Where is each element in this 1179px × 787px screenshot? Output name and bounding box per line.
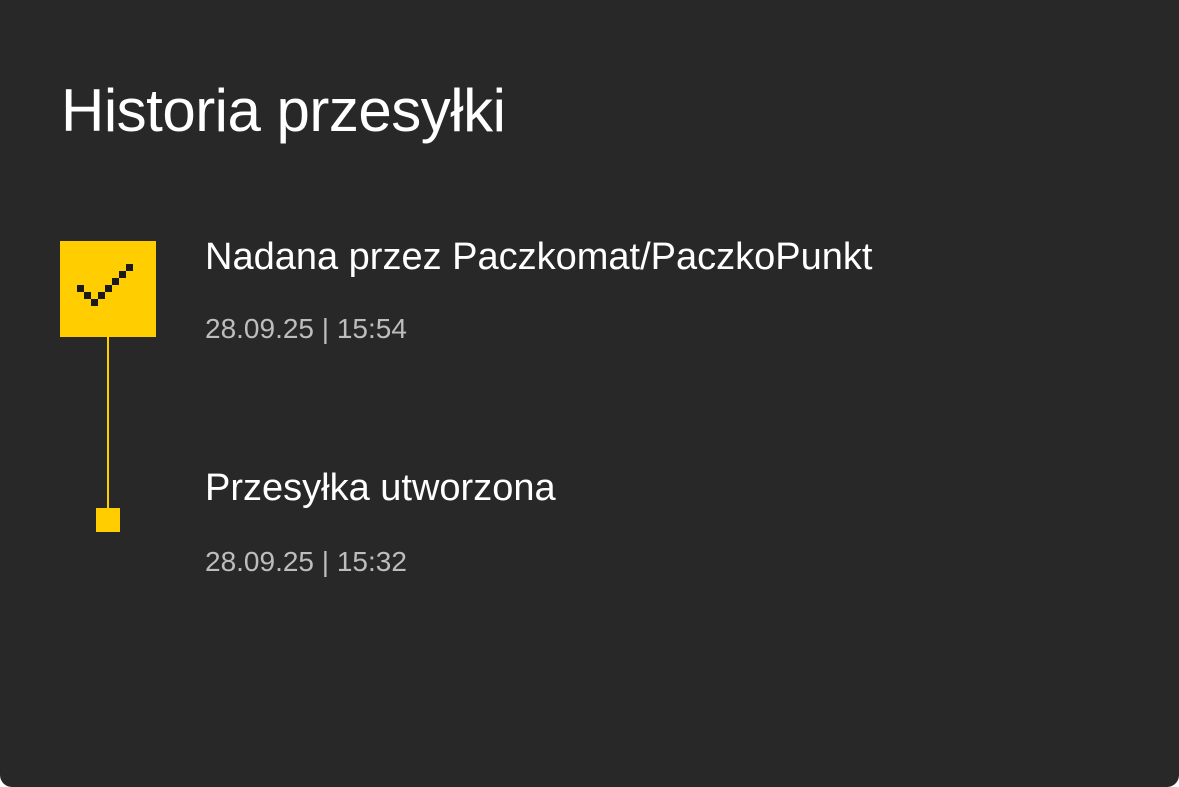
square-dot-icon <box>96 508 120 532</box>
event-label: Nadana przez Paczkomat/PaczkoPunkt <box>205 236 873 278</box>
event-label: Przesyłka utworzona <box>205 467 556 509</box>
page-title: Historia przesyłki <box>61 77 506 144</box>
timeline-connector <box>107 337 109 509</box>
check-mark <box>77 264 133 306</box>
shipment-history-card: Historia przesyłki Nadana przez Paczkoma… <box>0 0 1179 787</box>
event-datetime: 28.09.25 | 15:54 <box>205 313 407 344</box>
check-icon <box>60 241 156 337</box>
event-datetime: 28.09.25 | 15:32 <box>205 546 407 577</box>
